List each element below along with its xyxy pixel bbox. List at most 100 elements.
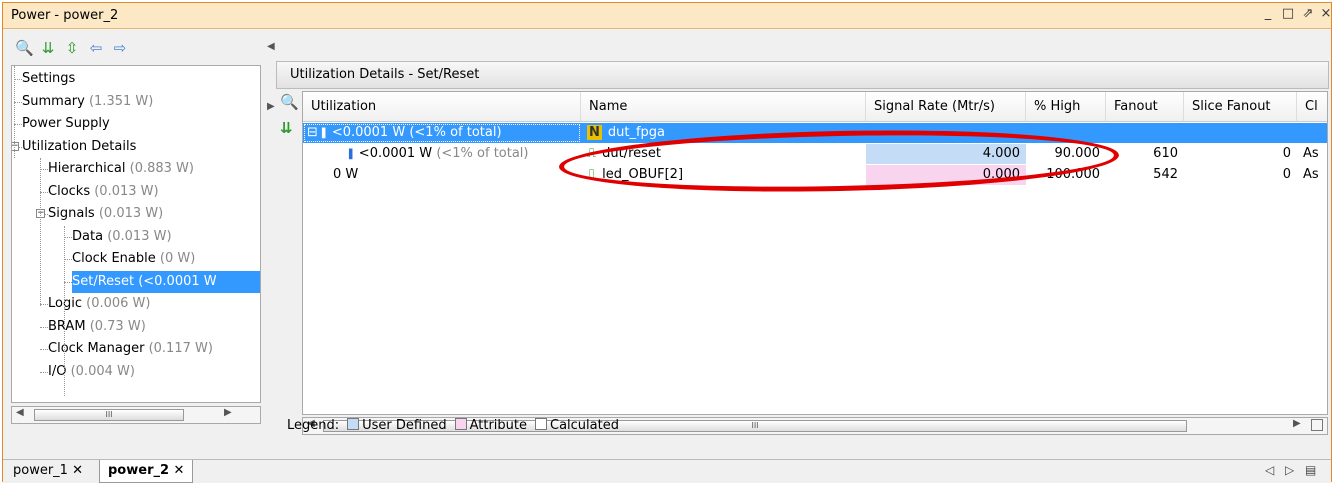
tree-item-i-o[interactable]: I/O (0.004 W) xyxy=(48,361,135,383)
tree-connector xyxy=(64,259,72,260)
tree-item-bram[interactable]: BRAM (0.73 W) xyxy=(48,316,146,338)
close-icon[interactable]: × xyxy=(1317,6,1335,21)
tree-connector xyxy=(14,66,15,158)
tree-connector xyxy=(64,281,72,283)
legend-item-label: Calculated xyxy=(550,418,619,433)
search-icon[interactable]: 🔍 xyxy=(280,93,299,111)
collapse-all-icon[interactable]: ⇊ xyxy=(39,39,57,57)
name-cell: ⎍ dut/reset xyxy=(581,144,866,164)
fanout-cell xyxy=(1106,123,1184,143)
tab-close-icon[interactable]: ✕ xyxy=(169,463,185,478)
tree-connector xyxy=(40,169,48,170)
tree-item-power: (0.883 W) xyxy=(129,161,194,176)
utilization-cell: ▌ <0.0001 W (<1% of total) xyxy=(303,144,581,164)
tree-item-label: Hierarchical xyxy=(48,161,126,176)
column-header-slice-fanout[interactable]: Slice Fanout xyxy=(1184,92,1297,122)
left-panel: 🔍 ⇊ ⇳ ⇦ ⇨ Settings Summary (1.351 W) Power Sup… xyxy=(11,33,266,433)
column-header-signal-rate-mtr-s[interactable]: Signal Rate (Mtr/s) xyxy=(866,92,1026,122)
minimize-icon[interactable]: _ xyxy=(1259,6,1277,21)
tree-item-power: (0.013 W) xyxy=(107,228,172,244)
title-bar: Power - power_2 _ □ ⇗ × xyxy=(3,3,1331,29)
tab-power-1[interactable]: power_1 ✕ xyxy=(5,460,91,483)
signal-name: dut_fpga xyxy=(607,125,666,140)
collapse-all-icon[interactable]: ⇊ xyxy=(280,119,293,137)
tab-next-icon[interactable]: ▷ xyxy=(1285,463,1294,477)
tree-item-data[interactable]: Data (0.013 W) xyxy=(72,226,172,248)
column-header-utilization[interactable]: Utilization xyxy=(303,92,581,122)
table-row[interactable]: ⊟ ▌ <0.0001 W (<1% of total) Ndut_fpga xyxy=(303,123,1327,143)
rate-cell xyxy=(866,123,1026,143)
expand-all-icon[interactable]: ⇳ xyxy=(63,39,81,57)
utilization-percent: (<1% of total) xyxy=(436,146,529,161)
forward-arrow-icon[interactable]: ⇨ xyxy=(111,39,129,57)
tree-connector xyxy=(40,191,48,193)
tab-list-icon[interactable]: ▤ xyxy=(1305,463,1316,477)
power-bar-icon: ▌ xyxy=(322,129,332,139)
row-expand-icon[interactable]: ⊟ xyxy=(307,125,322,140)
scroll-left-arrow-icon[interactable]: ◀ xyxy=(16,407,24,418)
fanout-cell: 610 xyxy=(1153,146,1178,161)
column-header-name[interactable]: Name xyxy=(581,92,866,122)
tree-item-label: Clock Manager xyxy=(48,341,145,356)
column-header-cl[interactable]: Cl xyxy=(1297,92,1327,122)
legend-swatch xyxy=(347,418,360,430)
collapse-pane-arrow-icon[interactable]: ◀ xyxy=(267,41,275,52)
tree-item-power-supply[interactable]: Power Supply xyxy=(22,113,110,135)
float-icon[interactable]: ⇗ xyxy=(1299,6,1317,21)
tree-connector xyxy=(40,349,48,350)
tree-item-power: (0.006 W) xyxy=(86,296,151,311)
column-chooser-icon[interactable] xyxy=(1311,419,1323,431)
back-arrow-icon[interactable]: ⇦ xyxy=(87,39,105,57)
table-row[interactable]: 0 W ⎍ led_OBUF[2] 0.000 100.000 542 0 As xyxy=(303,165,1327,185)
high-cell xyxy=(1026,123,1106,143)
search-icon[interactable]: 🔍 xyxy=(15,39,34,57)
rate-cell: 4.000 xyxy=(866,144,1026,164)
name-cell: Ndut_fpga xyxy=(581,123,866,143)
tree-item-power: (0.013 W) xyxy=(94,183,159,199)
column-header--high[interactable]: % High xyxy=(1026,92,1106,122)
tab-label: power_2 xyxy=(108,463,170,478)
tree-connector xyxy=(14,79,22,80)
cl-cell: As xyxy=(1303,167,1319,182)
slice-cell xyxy=(1184,123,1297,143)
tree-item-settings[interactable]: Settings xyxy=(22,68,75,90)
column-header-fanout[interactable]: Fanout xyxy=(1106,92,1184,122)
tree-item-hierarchical[interactable]: Hierarchical (0.883 W) xyxy=(48,158,194,180)
tab-prev-icon[interactable]: ◁ xyxy=(1265,463,1274,477)
tree-item-power: (0.004 W) xyxy=(70,363,135,379)
utilization-details-collapse-icon[interactable]: − xyxy=(12,141,19,151)
expand-pane-arrow-icon[interactable]: ▶ xyxy=(267,101,275,112)
tree-connector xyxy=(40,371,48,373)
tree-item-set-reset[interactable]: Set/Reset (<0.0001 W xyxy=(72,270,260,293)
tree-item-power: (0.117 W) xyxy=(148,341,213,356)
maximize-icon[interactable]: □ xyxy=(1279,6,1297,21)
tree-horizontal-scrollbar[interactable]: ◀ III ▶ xyxy=(11,406,261,424)
tree-scroll-thumb[interactable]: III xyxy=(34,409,184,421)
tree-connector xyxy=(14,124,22,125)
tree-item-clock-manager[interactable]: Clock Manager (0.117 W) xyxy=(48,338,213,360)
window-title: Power - power_2 xyxy=(11,8,119,23)
table-row[interactable]: ▌ <0.0001 W (<1% of total) ⎍ dut/reset 4.00… xyxy=(303,144,1327,164)
utilization-table: Utilization Name Signal Rate (Mtr/s)% High… xyxy=(302,91,1328,415)
scroll-right-arrow-icon[interactable]: ▶ xyxy=(224,407,232,418)
tree-connector xyxy=(40,304,48,305)
tree-item-label: Settings xyxy=(22,71,76,86)
power-bar-icon: ▌ xyxy=(349,150,359,160)
power-window: Power - power_2 _ □ ⇗ × 🔍 ⇊ ⇳ ⇦ ⇨ Settings Su… xyxy=(2,2,1332,483)
navigation-tree: Settings Summary (1.351 W) Power Supply − Ut… xyxy=(11,65,261,403)
signal-name: led_OBUF[2] xyxy=(602,167,684,182)
tab-power-2[interactable]: power_2 ✕ xyxy=(99,460,194,483)
tree-item-utilization-details[interactable]: Utilization Details xyxy=(22,136,136,158)
scroll-right-arrow-icon[interactable]: ▶ xyxy=(1293,418,1301,429)
tree-item-clocks[interactable]: Clocks (0.013 W) xyxy=(48,181,159,203)
tree-item-clock-enable[interactable]: Clock Enable (0 W) xyxy=(72,248,195,270)
tab-close-icon[interactable]: ✕ xyxy=(68,463,83,478)
tab-label: power_1 xyxy=(13,463,68,478)
tree-item-power: (0.73 W) xyxy=(89,318,146,334)
utilization-value: <0.0001 W xyxy=(358,146,433,161)
tree-connector xyxy=(40,326,48,328)
net-icon: N xyxy=(587,125,602,140)
tree-item-summary[interactable]: Summary (1.351 W) xyxy=(22,91,153,113)
tree-item-signals[interactable]: Signals (0.013 W) xyxy=(48,203,163,225)
tree-item-label: Power Supply xyxy=(22,116,110,131)
